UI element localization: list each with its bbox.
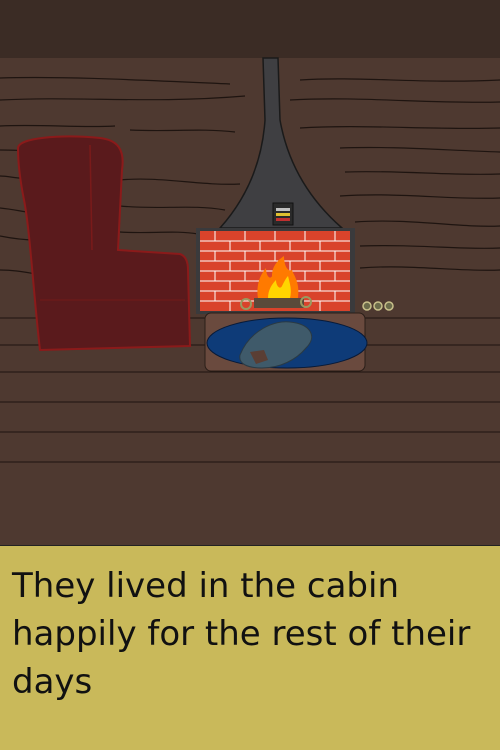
caption-box: They lived in the cabin happily for the … bbox=[0, 545, 500, 750]
fire-log bbox=[254, 298, 304, 308]
cabin-scene bbox=[0, 0, 500, 545]
vent-slot-3 bbox=[276, 218, 290, 221]
bowl-2 bbox=[373, 301, 383, 311]
bowl-3 bbox=[384, 301, 394, 311]
ceiling bbox=[0, 0, 500, 58]
hearth-rug bbox=[204, 312, 368, 372]
bowl-1 bbox=[362, 301, 372, 311]
cabin-illustration bbox=[0, 0, 500, 545]
story-caption: They lived in the cabin happily for the … bbox=[12, 566, 471, 702]
vent-slot-1 bbox=[276, 208, 290, 211]
vent-slot-2 bbox=[276, 213, 290, 216]
bowls bbox=[362, 301, 394, 311]
